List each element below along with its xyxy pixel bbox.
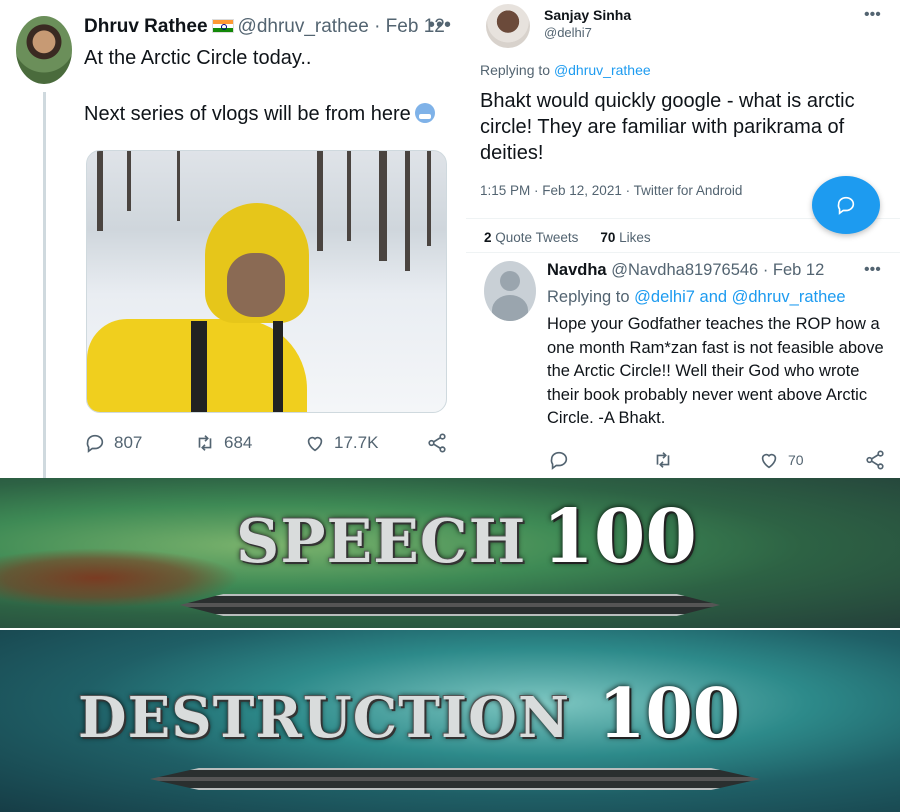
- tweet-stats: 2 Quote Tweets 70 Likes: [484, 230, 651, 245]
- reply-icon: [84, 432, 106, 454]
- more-options-icon[interactable]: •••: [864, 6, 881, 24]
- likes-stat[interactable]: 70 Likes: [600, 230, 650, 245]
- like-button[interactable]: 17.7K: [304, 432, 378, 454]
- skill-label: SPEECH: [236, 507, 527, 577]
- skill-value: 100: [598, 674, 741, 754]
- reply-button[interactable]: [548, 449, 570, 471]
- share-icon: [864, 449, 886, 471]
- tweet-text: Bhakt would quickly google - what is arc…: [480, 90, 855, 164]
- mention-link[interactable]: @dhruv_rathee: [554, 62, 651, 78]
- share-button[interactable]: [864, 449, 886, 471]
- quote-tweets-stat[interactable]: 2 Quote Tweets: [484, 230, 578, 245]
- avatar[interactable]: [16, 16, 72, 84]
- likes-count: 70: [600, 230, 616, 245]
- skill-text: DESTRUCTION 100: [78, 674, 740, 754]
- default-avatar[interactable]: [484, 261, 536, 321]
- reply-bubble-icon: [835, 194, 857, 216]
- retweet-icon: [652, 449, 674, 471]
- india-flag-icon: [211, 19, 234, 33]
- like-button[interactable]: 70: [758, 449, 804, 471]
- author-handle[interactable]: @delhi7: [544, 25, 592, 40]
- original-tweet: Dhruv Rathee @dhruv_rathee · Feb 12 ••• A…: [0, 0, 466, 478]
- skill-label: DESTRUCTION: [78, 685, 571, 751]
- thread-line: [43, 92, 46, 478]
- reply-tweet: Sanjay Sinha @delhi7 ••• Replying to @dh…: [466, 0, 900, 252]
- tweet-header: Dhruv Rathee @dhruv_rathee · Feb 12: [84, 16, 445, 38]
- reply-count: 807: [114, 433, 143, 452]
- quote-label: Quote Tweets: [495, 230, 579, 245]
- tweet-actions: 70: [548, 449, 888, 473]
- compose-reply-button[interactable]: [812, 176, 880, 234]
- replying-prefix: Replying to: [547, 288, 635, 306]
- heart-icon: [758, 449, 780, 471]
- retweet-button[interactable]: [652, 449, 674, 471]
- tweet-text-line: At the Arctic Circle today..: [84, 47, 312, 69]
- destruction-skill-panel: DESTRUCTION 100: [0, 630, 900, 812]
- avatar[interactable]: [486, 4, 530, 48]
- response-tweet: Navdha @Navdha81976546 · Feb 12 ••• Repl…: [466, 252, 900, 478]
- skill-progress-bar: [180, 594, 720, 616]
- tweet-text: Next series of vlogs will be from here: [84, 103, 411, 125]
- tweet-photo[interactable]: [86, 150, 447, 413]
- tweet-timestamp[interactable]: 1:15 PM · Feb 12, 2021 · Twitter for And…: [480, 183, 742, 198]
- author-name[interactable]: Sanjay Sinha: [544, 7, 631, 23]
- author-name[interactable]: Dhruv Rathee: [84, 16, 208, 37]
- reply-button[interactable]: 807: [84, 432, 142, 454]
- retweet-icon: [194, 432, 216, 454]
- share-button[interactable]: [426, 432, 448, 454]
- replying-to: Replying to @delhi7 and @dhruv_rathee: [547, 288, 846, 307]
- author-name[interactable]: Navdha: [547, 261, 607, 279]
- tweet-actions: 807 684 17.7K: [84, 432, 454, 460]
- skill-text: SPEECH 100: [236, 494, 697, 580]
- tweet-text-line: Next series of vlogs will be from here: [84, 103, 435, 126]
- more-options-icon[interactable]: •••: [864, 261, 881, 279]
- skill-value: 100: [542, 494, 697, 580]
- grimacing-face-emoji-icon: [414, 103, 435, 123]
- speech-skill-panel: SPEECH 100: [0, 478, 900, 628]
- heart-icon: [304, 432, 326, 454]
- replying-prefix: Replying to: [480, 62, 554, 78]
- quote-count: 2: [484, 230, 492, 245]
- mention-link[interactable]: @delhi7 and @dhruv_rathee: [634, 288, 845, 306]
- reply-icon: [548, 449, 570, 471]
- skill-progress-bar: [150, 768, 760, 790]
- like-count: 17.7K: [334, 433, 379, 452]
- tweet-text: Hope your Godfather teaches the ROP how …: [547, 315, 884, 427]
- handle-date[interactable]: @Navdha81976546 · Feb 12: [611, 261, 824, 279]
- retweet-count: 684: [224, 433, 253, 452]
- tweet-header: Navdha @Navdha81976546 · Feb 12: [547, 261, 824, 280]
- replying-to: Replying to @dhruv_rathee: [480, 62, 651, 78]
- handle-date[interactable]: @dhruv_rathee · Feb 12: [238, 16, 445, 37]
- retweet-button[interactable]: 684: [194, 432, 252, 454]
- more-options-icon[interactable]: •••: [428, 14, 452, 37]
- like-count: 70: [788, 452, 804, 468]
- share-icon: [426, 432, 448, 454]
- likes-label: Likes: [619, 230, 651, 245]
